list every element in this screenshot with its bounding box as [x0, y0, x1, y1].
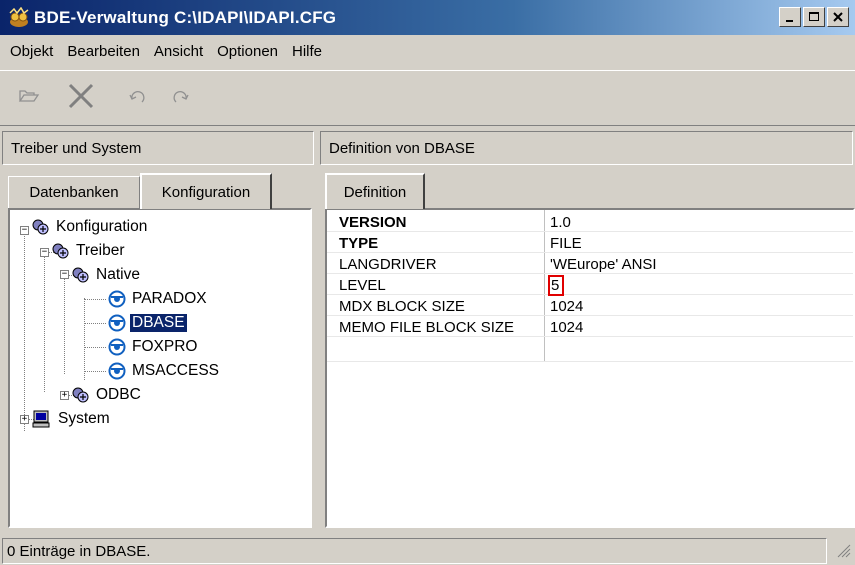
left-panel-title: Treiber und System [11, 139, 142, 157]
grid-row-version[interactable]: VERSION 1.0 [327, 212, 853, 233]
config-icon [32, 219, 50, 235]
maximize-icon [809, 12, 819, 21]
menu-hilfe[interactable]: Hilfe [292, 43, 322, 60]
tree-label-foxpro: FOXPRO [132, 338, 198, 355]
driver-group-icon [52, 243, 70, 259]
grid-row-mdx-block-size[interactable]: MDX BLOCK SIZE 1024 [327, 296, 853, 317]
tree-label-konfiguration: Konfiguration [56, 218, 148, 235]
grid-value[interactable]: 1024 [550, 319, 583, 336]
tree-label-paradox: PARADOX [132, 290, 207, 307]
title-bar[interactable]: BDE-Verwaltung C:\IDAPI\IDAPI.CFG [0, 0, 855, 35]
native-group-icon [72, 267, 90, 283]
grid-key: LANGDRIVER [339, 256, 437, 273]
tab-konfiguration-label: Konfiguration [161, 183, 251, 201]
close-icon [833, 12, 843, 22]
driver-icon [108, 290, 126, 308]
grid-row-memo-file-block-size[interactable]: MEMO FILE BLOCK SIZE 1024 [327, 317, 853, 338]
undo-icon[interactable] [128, 85, 150, 111]
window-title: BDE-Verwaltung C:\IDAPI\IDAPI.CFG [34, 7, 337, 27]
tree-node-msaccess[interactable]: MSACCESS [108, 360, 221, 382]
status-text: 0 Einträge in DBASE. [7, 542, 151, 560]
tree-node-treiber[interactable]: Treiber [52, 240, 127, 262]
expand-system-icon[interactable]: + [20, 415, 29, 424]
tree-node-odbc[interactable]: ODBC [72, 384, 143, 406]
tab-definition-label: Definition [343, 183, 407, 201]
grid-value[interactable]: 1.0 [550, 214, 571, 231]
minimize-button[interactable] [779, 7, 801, 27]
menu-optionen[interactable]: Optionen [217, 43, 278, 60]
tree-label-odbc: ODBC [96, 386, 141, 403]
expand-odbc-icon[interactable]: + [60, 391, 69, 400]
tree-node-dbase[interactable]: DBASE [108, 312, 188, 334]
tree-label-dbase: DBASE [129, 313, 188, 333]
grid-row-langdriver[interactable]: LANGDRIVER 'WEurope' ANSI [327, 254, 853, 275]
odbc-group-icon [72, 387, 90, 403]
tree-label-system: System [58, 410, 110, 427]
menu-ansicht[interactable]: Ansicht [154, 43, 203, 60]
collapse-konfiguration-icon[interactable]: − [20, 226, 29, 235]
tree-label-treiber: Treiber [76, 242, 125, 259]
toolbar [0, 70, 855, 126]
tab-datenbanken-label: Datenbanken [29, 184, 119, 201]
grid-key: MDX BLOCK SIZE [339, 298, 465, 315]
tab-konfiguration[interactable]: Konfiguration [140, 173, 272, 209]
tree-node-system[interactable]: System [32, 408, 112, 430]
grid-key: LEVEL [339, 277, 386, 294]
open-icon[interactable] [18, 85, 40, 111]
definition-grid[interactable]: VERSION 1.0 TYPE FILE LANGDRIVER 'WEurop… [325, 208, 855, 528]
tree-node-paradox[interactable]: PARADOX [108, 288, 209, 310]
maximize-button[interactable] [803, 7, 825, 27]
menu-bearbeiten[interactable]: Bearbeiten [67, 43, 140, 60]
right-panel-title: Definition von DBASE [329, 139, 475, 157]
tab-definition[interactable]: Definition [325, 173, 425, 209]
grid-value[interactable]: 'WEurope' ANSI [550, 256, 657, 273]
grid-row-level[interactable]: LEVEL 5 [327, 275, 853, 296]
tree-node-konfiguration[interactable]: Konfiguration [32, 216, 149, 238]
right-panel-header: Definition von DBASE [320, 131, 853, 165]
close-button[interactable] [827, 7, 849, 27]
status-bar: 0 Einträge in DBASE. [0, 536, 855, 565]
menu-objekt[interactable]: Objekt [10, 43, 53, 60]
tree-node-native[interactable]: Native [72, 264, 142, 286]
driver-icon [108, 362, 126, 380]
grid-row-type[interactable]: TYPE FILE [327, 233, 853, 254]
grid-value[interactable]: 1024 [550, 298, 583, 315]
collapse-native-icon[interactable]: − [60, 270, 69, 279]
grid-key: VERSION [339, 214, 407, 231]
tree-view[interactable]: − − − + + Konfiguration Treiber Native P… [8, 208, 312, 528]
collapse-treiber-icon[interactable]: − [40, 248, 49, 257]
computer-icon [32, 410, 52, 428]
tree-label-native: Native [96, 266, 140, 283]
tree-label-msaccess: MSACCESS [132, 362, 219, 379]
tree-node-foxpro[interactable]: FOXPRO [108, 336, 199, 358]
grid-value[interactable]: FILE [550, 235, 582, 252]
delete-icon[interactable] [66, 81, 96, 115]
minimize-icon [786, 20, 793, 22]
menu-bar: Objekt Bearbeiten Ansicht Optionen Hilfe [0, 35, 855, 67]
tab-datenbanken[interactable]: Datenbanken [8, 176, 140, 208]
driver-icon [108, 338, 126, 356]
redo-icon[interactable] [168, 85, 190, 111]
left-panel-header: Treiber und System [2, 131, 314, 165]
status-text-cell: 0 Einträge in DBASE. [2, 538, 827, 564]
driver-icon [108, 314, 126, 332]
level-value-field[interactable]: 5 [548, 275, 565, 296]
grid-key: MEMO FILE BLOCK SIZE [339, 319, 515, 336]
grid-key: TYPE [339, 235, 379, 252]
resize-grip-icon[interactable] [837, 544, 851, 562]
bde-app-icon [8, 6, 30, 29]
